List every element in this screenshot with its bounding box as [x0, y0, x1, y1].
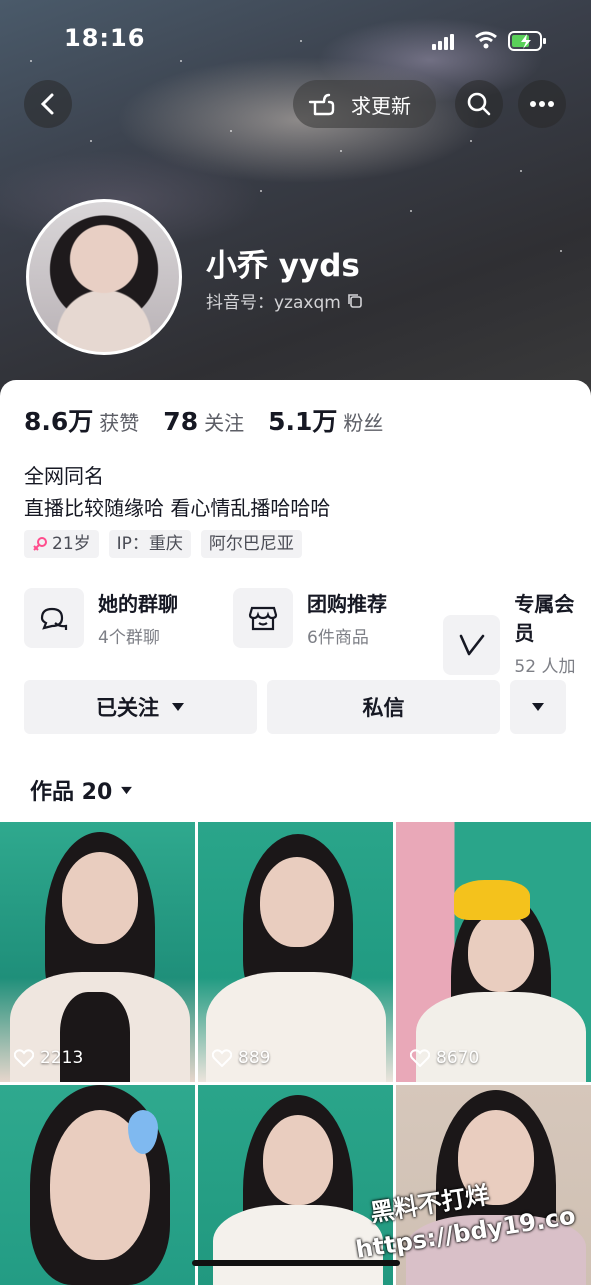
- heart-icon: [212, 1049, 232, 1067]
- profile-tags: 21岁 IP：重庆 阿尔巴尼亚: [24, 530, 302, 558]
- video-likes-count: 889: [238, 1048, 271, 1068]
- douyin-id: 抖音号：yzaxqm: [206, 293, 341, 313]
- feature-title: 专属会员: [514, 592, 575, 645]
- copy-icon[interactable]: [347, 293, 363, 309]
- feature-group-chat[interactable]: 她的群聊 4个群聊: [24, 588, 178, 648]
- tab-works[interactable]: 作品 20: [30, 774, 133, 806]
- status-bar: 18:16: [0, 22, 591, 58]
- heart-icon: [14, 1049, 34, 1067]
- ip-tag: IP：重庆: [108, 530, 191, 558]
- chevron-left-icon: [40, 93, 54, 115]
- membership-v-icon: [459, 634, 485, 656]
- works-label: 作品 20: [30, 780, 113, 805]
- more-options-button[interactable]: [518, 80, 566, 128]
- search-button[interactable]: [455, 80, 503, 128]
- feature-icon-box: [443, 615, 501, 675]
- stats-row: 8.6万 获赞 78 关注 5.1万 粉丝: [24, 402, 407, 438]
- video-thumbnail[interactable]: 889: [198, 822, 393, 1082]
- back-button[interactable]: [24, 80, 72, 128]
- feature-title: 团购推荐: [307, 592, 387, 616]
- feature-group-buy[interactable]: 团购推荐 6件商品: [233, 588, 387, 648]
- shop-icon: [248, 606, 278, 631]
- avatar[interactable]: [26, 199, 182, 355]
- age-text: 21岁: [52, 534, 91, 554]
- followers-count[interactable]: 5.1万: [268, 402, 337, 438]
- followers-label[interactable]: 粉丝: [343, 407, 383, 436]
- home-indicator[interactable]: [192, 1260, 400, 1266]
- video-thumbnail[interactable]: [0, 1085, 195, 1285]
- feature-icon-box: [233, 588, 293, 648]
- request-update-label: 求更新: [351, 93, 411, 118]
- caret-down-icon: [121, 786, 133, 794]
- cellular-signal-icon: [432, 34, 454, 50]
- message-button[interactable]: 私信: [267, 680, 500, 734]
- location-tag: 阿尔巴尼亚: [200, 530, 302, 558]
- pointing-hand-icon: [308, 93, 335, 116]
- douyin-id-row[interactable]: 抖音号：yzaxqm: [206, 288, 363, 313]
- wifi-icon: [475, 31, 497, 49]
- video-thumbnail[interactable]: 8670: [396, 822, 591, 1082]
- video-likes: 8670: [410, 1048, 479, 1068]
- likes-count: 8.6万: [24, 407, 94, 436]
- message-label: 私信: [362, 696, 405, 720]
- followed-button[interactable]: 已关注: [24, 680, 257, 734]
- location-text: 阿尔巴尼亚: [208, 534, 294, 554]
- recommend-toggle-button[interactable]: [510, 680, 566, 734]
- search-icon: [467, 92, 491, 116]
- following-count[interactable]: 78: [163, 407, 198, 436]
- followed-label: 已关注: [96, 696, 159, 720]
- caret-down-icon: [532, 703, 544, 711]
- status-time: 18:16: [64, 24, 146, 52]
- feature-subtitle: 6件商品: [307, 628, 369, 648]
- request-update-button[interactable]: 求更新: [293, 80, 436, 128]
- feature-subtitle: 4个群聊: [98, 628, 160, 648]
- profile-name: 小乔 yyds: [206, 248, 360, 284]
- heart-icon: [410, 1049, 430, 1067]
- group-chat-icon: [40, 607, 68, 630]
- battery-charging-icon: [508, 31, 546, 51]
- caret-down-icon: [172, 703, 184, 711]
- video-likes: 889: [212, 1048, 270, 1068]
- likes-label: 获赞: [99, 411, 140, 435]
- video-thumbnail[interactable]: 2213: [0, 822, 195, 1082]
- more-dots-icon: [530, 101, 554, 107]
- age-tag: 21岁: [24, 530, 99, 558]
- bio-line-2: 直播比较随缘哈 看心情乱播哈哈哈: [24, 496, 331, 520]
- feature-icon-box: [24, 588, 84, 648]
- bio-line-1: 全网同名: [24, 464, 104, 488]
- feature-title: 她的群聊: [98, 592, 178, 616]
- following-label[interactable]: 关注: [204, 407, 244, 436]
- ip-text: IP：重庆: [116, 534, 183, 554]
- video-likes-count: 8670: [436, 1048, 480, 1068]
- female-gender-icon: [33, 537, 47, 551]
- video-likes-count: 2213: [40, 1048, 84, 1068]
- video-likes: 2213: [14, 1048, 83, 1068]
